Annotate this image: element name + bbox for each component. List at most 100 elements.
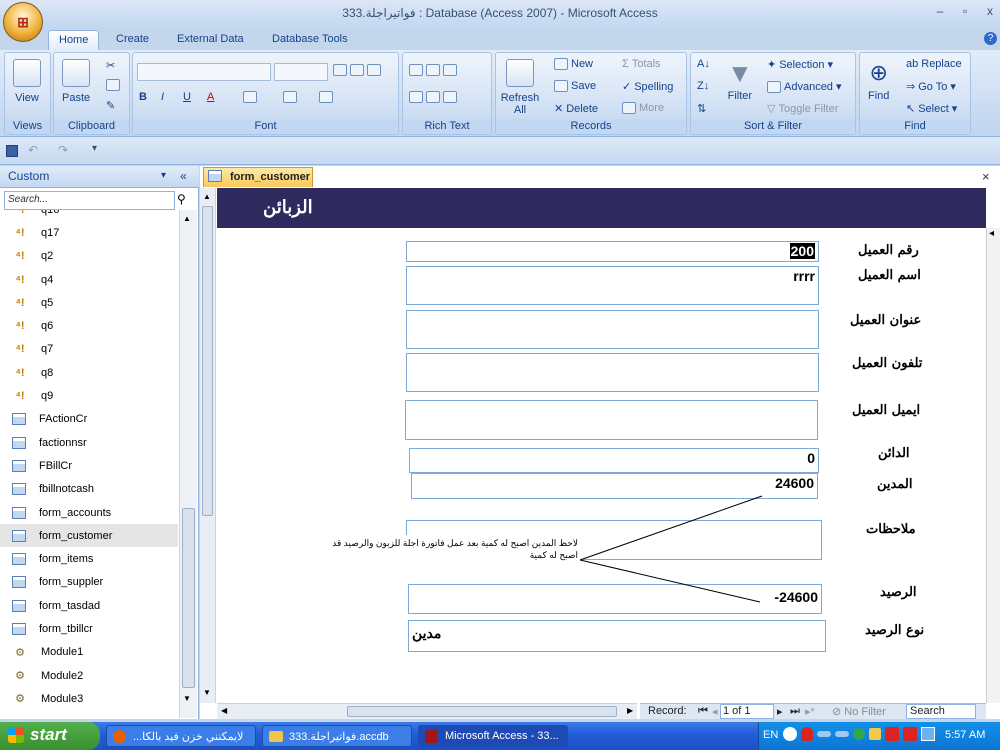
nav-item-fbillnotcash[interactable]: fbillnotcash [0,478,178,501]
record-selector[interactable]: ◂ [986,228,1000,703]
copy-button[interactable] [106,79,120,91]
sort-descending-button[interactable]: Z↓ [697,80,709,92]
tray-app-icon[interactable] [853,728,865,740]
help-icon[interactable]: ? [984,32,997,45]
taskbar-item-folder[interactable]: 333.فواتيراجلة.accdb [262,725,412,747]
customize-qat-icon[interactable]: ▾ [92,143,97,154]
nav-item-form_tbillcr[interactable]: form_tbillcr [0,617,178,640]
customer-email-field[interactable] [405,400,818,440]
restore-button[interactable]: ▫ [955,4,975,20]
taskbar-item-browser[interactable]: ...لايمكنني خزن فيد بالكا [106,725,256,747]
new-record-button[interactable]: New [554,58,593,70]
taskbar-item-access[interactable]: Microsoft Access - 33... [418,725,568,747]
nav-item-form_customer[interactable]: form_customer [0,524,178,548]
scroll-up-icon[interactable]: ▲ [203,192,211,201]
align-buttons[interactable] [333,64,381,76]
network-icon[interactable] [817,731,831,737]
new-record-nav-icon[interactable]: ▸* [805,705,815,718]
shield-icon[interactable] [801,727,813,741]
nav-item-module3[interactable]: ⚙ Module3 [0,687,178,710]
indent-buttons[interactable] [409,64,457,76]
next-record-icon[interactable]: ▸ [777,705,783,718]
record-position-input[interactable]: 1 of 1 [720,704,774,719]
nav-pane-header[interactable]: Custom [0,166,199,188]
sort-ascending-button[interactable]: A↓ [697,58,710,70]
record-search-input[interactable]: Search [906,704,976,719]
balance-field[interactable]: -24600 [408,584,822,614]
nav-item-form_suppler[interactable]: form_suppler [0,571,178,594]
scroll-right-icon[interactable]: ▶ [627,706,633,715]
nav-item-q4[interactable]: ⁴! q4 [0,268,178,291]
redo-icon[interactable]: ↷ [58,143,68,157]
customer-phone-field[interactable] [406,353,819,392]
refresh-all-button[interactable]: Refresh All [500,59,540,116]
customer-name-field[interactable]: rrrr [406,266,819,305]
tab-create[interactable]: Create [106,30,159,50]
totals-button[interactable]: Σ Totals [622,58,661,70]
view-button[interactable]: View [13,59,41,104]
form-scroll-thumb[interactable] [202,206,213,516]
scroll-up-icon[interactable]: ▲ [183,214,191,223]
filter-button[interactable]: ▼ Filter [727,59,753,102]
cut-button[interactable]: ✂ [106,59,115,72]
goto-button[interactable]: ⇒ Go To ▾ [906,80,956,94]
customer-address-field[interactable] [406,310,819,349]
nav-item-factioncr[interactable]: FActionCr [0,408,178,431]
gridlines-button[interactable] [283,91,297,103]
format-painter-button[interactable]: ✎ [106,99,115,112]
advanced-button[interactable]: Advanced ▾ [767,80,841,93]
collapse-pane-icon[interactable]: « [180,169,187,183]
nav-item-q2[interactable]: ⁴! q2 [0,245,178,268]
tray-app-icon[interactable] [903,727,917,741]
scroll-down-icon[interactable]: ▼ [183,694,191,703]
font-color-button[interactable]: A [207,91,214,103]
tray-app-icon[interactable] [869,728,881,740]
horizontal-scrollbar[interactable]: ◀ ▶ [217,703,637,719]
fill-color-button[interactable] [243,91,257,103]
tab-external-data[interactable]: External Data [167,30,254,50]
nav-item-q6[interactable]: ⁴! q6 [0,314,178,337]
tray-app-icon[interactable] [885,727,899,741]
replace-button[interactable]: ab Replace [906,58,962,70]
nav-item-q7[interactable]: ⁴! q7 [0,338,178,361]
form-vertical-scrollbar[interactable]: ▲ ▼ [200,188,216,703]
delete-record-button[interactable]: ✕ Delete [554,102,598,116]
nav-search-input[interactable]: Search... [4,191,175,210]
first-record-icon[interactable]: ⏮ [698,705,708,718]
paste-button[interactable]: Paste [62,59,90,104]
display-icon[interactable] [921,727,935,741]
list-buttons[interactable] [409,91,457,103]
font-size-combo[interactable] [274,63,328,81]
more-button[interactable]: More [622,102,664,114]
last-record-icon[interactable]: ⏭ [790,705,800,718]
language-indicator[interactable]: EN [763,729,778,741]
creditor-field[interactable]: 0 [409,448,819,473]
toggle-filter-button[interactable]: ▽ Toggle Filter [767,102,838,116]
tray-back-icon[interactable] [783,727,797,741]
nav-item-module1[interactable]: ⚙ Module1 [0,641,178,664]
save-record-button[interactable]: Save [554,80,596,92]
nav-item-form_items[interactable]: form_items [0,547,178,570]
undo-icon[interactable]: ↶ [28,143,38,157]
nav-item-q9[interactable]: ⁴! q9 [0,384,178,407]
nav-item-q8[interactable]: ⁴! q8 [0,361,178,384]
nav-item-factionnsr[interactable]: factionnsr [0,431,178,454]
font-name-combo[interactable] [137,63,271,81]
nav-item-module2[interactable]: ⚙ Module2 [0,664,178,687]
clock[interactable]: 5:57 AM [945,729,985,741]
nav-item-form_accounts[interactable]: form_accounts [0,501,178,524]
nav-scroll-thumb[interactable] [182,508,195,688]
save-icon[interactable] [6,145,18,157]
selection-button[interactable]: ✦ Selection ▾ [767,58,833,72]
search-icon[interactable]: ⚲ [177,192,186,206]
balance-type-field[interactable]: مدين [408,620,826,652]
italic-button[interactable]: I [161,91,164,103]
debtor-field[interactable]: 24600 [411,473,818,499]
start-button[interactable]: start [0,722,100,750]
h-scroll-thumb[interactable] [347,706,617,717]
no-filter-button[interactable]: ⊘ No Filter [832,705,886,718]
nav-item-q17[interactable]: ⁴! q17 [0,221,178,244]
nav-item-q5[interactable]: ⁴! q5 [0,291,178,314]
spelling-button[interactable]: ✓ Spelling [622,80,673,94]
nav-item-form_tasdad[interactable]: form_tasdad [0,594,178,617]
